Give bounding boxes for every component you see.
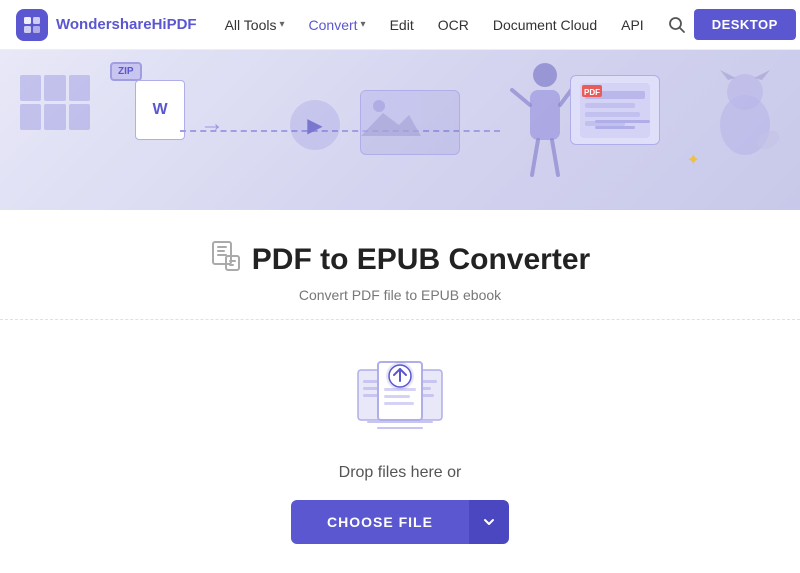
svg-text:PDF: PDF — [584, 88, 600, 97]
choose-file-button[interactable]: CHOOSE FILE — [291, 500, 469, 544]
deco-image-placeholder — [360, 90, 460, 155]
navbar: WondershareHiPDF All Tools ▾ Convert ▾ E… — [0, 0, 800, 50]
nav-document-cloud[interactable]: Document Cloud — [485, 0, 605, 50]
nav-api[interactable]: API — [613, 0, 652, 50]
chevron-down-icon: ▾ — [279, 19, 284, 30]
deco-star-icon: ✦ — [687, 150, 700, 170]
title-area: PDF to EPUB Converter — [210, 240, 590, 279]
page-content: PDF to EPUB Converter Convert PDF file t… — [0, 210, 800, 544]
deco-lines — [595, 120, 650, 129]
nav-convert[interactable]: Convert ▾ — [301, 0, 374, 50]
search-button[interactable] — [668, 7, 686, 43]
logo[interactable]: WondershareHiPDF — [16, 9, 197, 41]
upload-icon — [350, 350, 450, 440]
page-subtitle: Convert PDF file to EPUB ebook — [299, 287, 501, 303]
deco-play-icon: ▶ — [290, 100, 340, 150]
deco-zip: ZIP — [110, 62, 142, 81]
deco-arrow: → — [200, 110, 224, 138]
page-title: PDF to EPUB Converter — [252, 243, 590, 277]
chevron-down-icon — [483, 516, 495, 528]
drop-text: Drop files here or — [339, 464, 462, 482]
nav-edit[interactable]: Edit — [382, 0, 422, 50]
deco-document: W — [135, 80, 185, 140]
logo-text: WondershareHiPDF — [56, 16, 197, 33]
nav-all-tools[interactable]: All Tools ▾ — [217, 0, 293, 50]
nav-ocr[interactable]: OCR — [430, 0, 477, 50]
deco-animal-illustration — [710, 70, 780, 172]
chevron-down-icon: ▾ — [361, 19, 366, 30]
converter-icon — [210, 240, 242, 279]
hero-decorations: ZIP W → ▶ — [0, 50, 800, 210]
choose-file-dropdown-button[interactable] — [469, 500, 509, 544]
deco-pdf-box: PDF — [570, 75, 660, 145]
hero-banner: ZIP W → ▶ — [0, 50, 800, 210]
logo-icon — [16, 9, 48, 41]
deco-grid — [20, 75, 90, 130]
upload-area[interactable]: Drop files here or CHOOSE FILE — [0, 320, 800, 544]
choose-file-btn-group: CHOOSE FILE — [291, 500, 509, 544]
desktop-button[interactable]: DESKTOP — [694, 9, 796, 40]
